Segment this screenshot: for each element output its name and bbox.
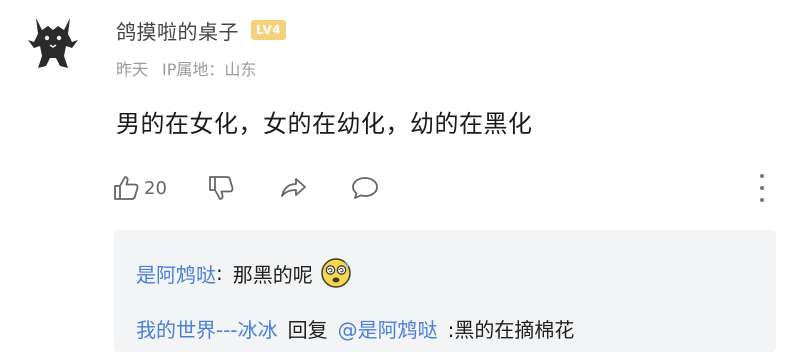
like-button[interactable]: 20 bbox=[110, 172, 167, 204]
reply-author[interactable]: 是阿鸩哒 bbox=[136, 259, 216, 288]
action-bar: 20 bbox=[110, 168, 381, 208]
reply-author[interactable]: 我的世界---冰冰 bbox=[136, 314, 278, 343]
wolf-avatar-icon bbox=[28, 18, 78, 68]
comment-time: 昨天 bbox=[116, 60, 149, 79]
reply-item: 我的世界---冰冰 回复 @是阿鸩哒 :黑的在摘棉花 bbox=[136, 314, 574, 343]
thumb-down-icon bbox=[209, 176, 234, 200]
comment-icon bbox=[352, 177, 378, 199]
avatar[interactable] bbox=[22, 12, 84, 74]
reply-item: 是阿鸩哒 : 那黑的呢 bbox=[136, 256, 353, 290]
comment-button[interactable] bbox=[349, 172, 381, 204]
share-icon bbox=[281, 178, 306, 197]
dislike-button[interactable] bbox=[205, 172, 237, 204]
reply-text: :黑的在摘棉花 bbox=[447, 318, 575, 342]
reply-text: 那黑的呢 bbox=[232, 262, 313, 287]
level-badge: LV4 bbox=[251, 20, 287, 40]
reply-separator: : bbox=[216, 261, 223, 285]
share-button[interactable] bbox=[277, 172, 309, 204]
ip-location: IP属地：山东 bbox=[162, 60, 257, 79]
reply-mention[interactable]: @是阿鸩哒 bbox=[338, 314, 438, 343]
reply-action: 回复 bbox=[287, 318, 328, 342]
username[interactable]: 鸽摸啦的桌子 bbox=[116, 16, 239, 45]
reply-thread: 是阿鸩哒 : 那黑的呢 我的世界---冰冰 回复 @是阿鸩哒 :黑的在摘棉花 bbox=[114, 230, 776, 352]
comment-card: 鸽摸啦的桌子 LV4 昨天 IP属地：山东 男的在女化，女的在幼化，幼的在黑化 … bbox=[0, 0, 800, 352]
comment-meta: 昨天 IP属地：山东 bbox=[116, 56, 256, 80]
thumb-up-icon bbox=[114, 176, 139, 200]
more-icon[interactable] bbox=[752, 174, 772, 202]
username-row: 鸽摸啦的桌子 LV4 bbox=[116, 14, 287, 46]
like-count: 20 bbox=[144, 177, 167, 199]
dizzy-face-emoji-icon bbox=[321, 258, 351, 288]
comment-text: 男的在女化，女的在幼化，幼的在黑化 bbox=[116, 110, 533, 138]
